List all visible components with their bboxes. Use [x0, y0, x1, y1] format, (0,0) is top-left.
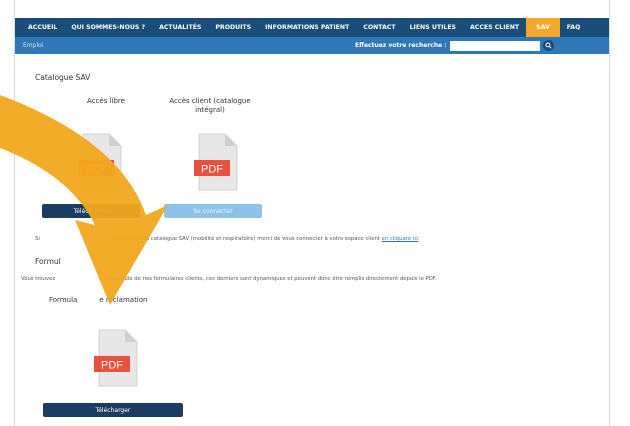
forms-intro: Vous trouvez e l'ensemble de nos formula… [21, 276, 437, 282]
forms-intro-start: Vous trouvez [21, 276, 56, 282]
nav-item-contact[interactable]: CONTACT [356, 18, 402, 37]
pdf-label: PDF [85, 164, 107, 176]
claim-form-heading: Formula e réclamation [45, 296, 205, 305]
search-button[interactable] [542, 40, 554, 51]
search-icon [545, 42, 552, 49]
nav-item-produits[interactable]: PRODUITS [208, 18, 258, 37]
search-input[interactable] [449, 40, 540, 51]
pdf-label: PDF [201, 164, 223, 176]
catalogue-note-text: intégralité du catalogue SAV (mobilité e… [113, 236, 380, 242]
nav-item-qui-sommes-nous[interactable]: QUI SOMMES-NOUS ? [64, 18, 152, 37]
claim-form-heading-start: Formula [49, 296, 78, 304]
breadcrumb[interactable]: Emploi [15, 42, 345, 49]
pdf-label: PDF [101, 360, 123, 372]
client-space-link[interactable]: en cliquant ici [382, 236, 419, 242]
sub-bar: Emploi Effectuez votre recherche : [15, 37, 609, 54]
pdf-file-icon[interactable]: PDF [93, 328, 141, 388]
nav-item-faq[interactable]: FAQ [560, 18, 588, 37]
download-claim-form-button[interactable]: Télécharger [43, 403, 183, 417]
download-catalogue-button[interactable]: Télécharger [42, 204, 140, 218]
connect-button[interactable]: Se connecter [164, 204, 262, 218]
catalogue-title: Catalogue SAV [35, 73, 91, 82]
nav-item-accueil[interactable]: ACCUEIL [21, 18, 64, 37]
catalogue-note-start: Si [35, 236, 40, 242]
nav-item-liens-utiles[interactable]: LIENS UTILES [403, 18, 463, 37]
top-strip [15, 0, 609, 18]
claim-form-heading-end: e réclamation [99, 296, 148, 304]
catalogue-note: Si intégralité du catalogue SAV (mobilit… [35, 236, 419, 242]
pdf-file-icon[interactable]: PDF [193, 132, 241, 192]
free-access-heading: Accès libre [87, 97, 125, 105]
nav-item-acces-client[interactable]: ACCES CLIENT [463, 18, 526, 37]
main-nav: ACCUEIL QUI SOMMES-NOUS ? ACTUALITÉS PRO… [15, 18, 609, 37]
forms-title: Formul [35, 257, 61, 266]
search-label: Effectuez votre recherche : [355, 42, 447, 49]
client-access-heading: Accès client (catalogue intégral) [169, 97, 251, 114]
page: ACCUEIL QUI SOMMES-NOUS ? ACTUALITÉS PRO… [14, 0, 610, 426]
nav-item-actualites[interactable]: ACTUALITÉS [152, 18, 208, 37]
pdf-file-icon[interactable]: PDF [77, 132, 125, 192]
nav-item-informations-patient[interactable]: INFORMATIONS PATIENT [258, 18, 356, 37]
forms-intro-text: e l'ensemble de nos formulaires clients,… [98, 276, 437, 282]
nav-item-sav[interactable]: SAV [526, 18, 560, 37]
